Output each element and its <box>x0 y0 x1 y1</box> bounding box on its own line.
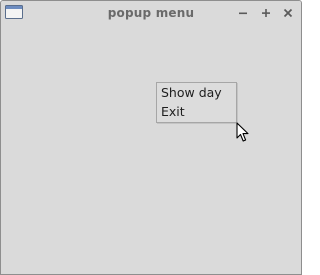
minimize-button[interactable] <box>236 6 250 20</box>
app-window: popup menu Show day Exit <box>0 0 302 275</box>
close-button[interactable] <box>281 6 295 20</box>
maximize-button[interactable] <box>259 6 273 20</box>
title-bar[interactable]: popup menu <box>1 1 301 26</box>
menu-item-exit[interactable]: Exit <box>157 103 236 122</box>
window-title: popup menu <box>107 6 195 20</box>
menu-item-show-day[interactable]: Show day <box>157 84 236 103</box>
popup-menu: Show day Exit <box>156 82 237 123</box>
window-client-area[interactable] <box>1 26 301 274</box>
mouse-pointer-icon <box>236 122 249 142</box>
